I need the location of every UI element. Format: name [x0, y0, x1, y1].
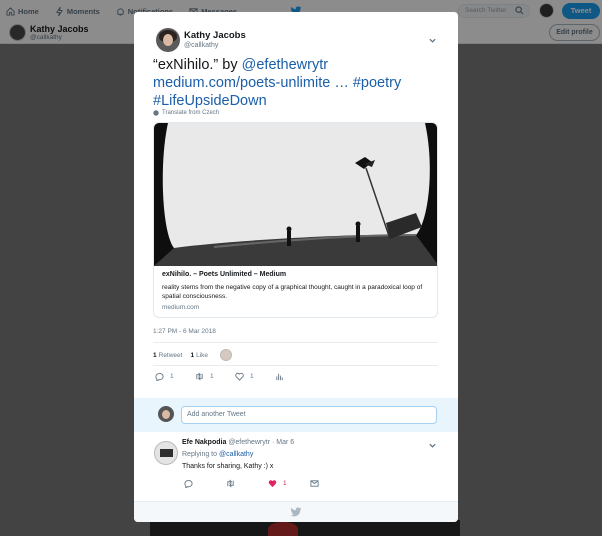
reply-icon: [184, 480, 193, 488]
replying-to: Replying to @callkathy: [182, 451, 253, 458]
reply-count: 1: [170, 373, 174, 380]
like-button[interactable]: 1: [235, 372, 275, 381]
retweet-count: 1: [210, 373, 214, 380]
reply-text: Thanks for sharing, Kathy :) x: [182, 463, 274, 470]
twitter-bird-icon: [290, 507, 302, 517]
reply-author-avatar[interactable]: [154, 441, 178, 465]
reply-tweet[interactable]: Efe Nakpodia @efethewrytr · Mar 6 Replyi…: [134, 433, 458, 501]
tweet-actions: 1 1 1: [155, 372, 315, 381]
retweet-button[interactable]: 1: [195, 372, 235, 381]
tweet-text: “exNihilo.” by @efethewrytr medium.com/po…: [153, 56, 443, 110]
hashtag-lifeupsidedown-link[interactable]: #LifeUpsideDown: [153, 93, 267, 109]
analytics-icon: [276, 373, 283, 381]
replying-prefix: Replying to: [182, 451, 218, 458]
tweet-timestamp[interactable]: 1:27 PM - 6 Mar 2018: [153, 328, 216, 335]
retweets-stat[interactable]: 1 Retweet: [153, 352, 182, 359]
card-image: [154, 123, 437, 266]
heart-filled-icon: [268, 480, 277, 488]
reply-icon: [155, 373, 164, 381]
reply-like-button[interactable]: 1: [268, 479, 310, 488]
chevron-down-icon[interactable]: [428, 441, 437, 450]
reply-author-name[interactable]: Efe Nakpodia: [182, 439, 226, 446]
tweet-mention-link[interactable]: @efethewrytr: [242, 57, 328, 73]
reply-reply-button[interactable]: [184, 479, 226, 488]
liker-avatar[interactable]: [220, 349, 233, 361]
envelope-icon: [310, 480, 319, 487]
tweet-url-link[interactable]: medium.com/poets-unlimite …: [153, 75, 349, 91]
hashtag-poetry-link[interactable]: #poetry: [353, 75, 401, 91]
my-avatar: [158, 406, 174, 422]
card-domain: medium.com: [162, 304, 200, 311]
translate-label: Translate from Czech: [162, 110, 220, 116]
reply-actions: 1: [184, 479, 352, 488]
retweet-icon: [196, 372, 203, 381]
chevron-down-icon[interactable]: [428, 36, 437, 45]
reply-like-count: 1: [283, 480, 287, 487]
divider: [153, 342, 438, 343]
retweets-count: 1: [153, 351, 157, 359]
card-description: reality stems from the negative copy of …: [162, 284, 423, 300]
card-title: exNihilo. – Poets Unlimited – Medium: [162, 271, 287, 278]
reply-author-handle[interactable]: @efethewrytr: [228, 439, 270, 446]
add-tweet-input[interactable]: Add another Tweet: [181, 406, 437, 424]
reply-date[interactable]: · Mar 6: [272, 439, 294, 446]
analytics-button[interactable]: [275, 372, 315, 381]
replying-to-link[interactable]: @callkathy: [219, 451, 253, 458]
author-name[interactable]: Kathy Jacobs: [184, 30, 246, 41]
direct-message-button[interactable]: [310, 479, 352, 488]
reply-compose-area: Add another Tweet: [134, 398, 458, 432]
modal-footer: [134, 501, 458, 522]
retweet-icon: [227, 479, 234, 488]
likes-stat[interactable]: 1 Like: [190, 352, 208, 359]
tweet-detail-modal: Kathy Jacobs @callkathy “exNihilo.” by @…: [134, 12, 458, 522]
likes-label: Like: [196, 351, 209, 359]
reply-button[interactable]: 1: [155, 372, 195, 381]
translate-link[interactable]: Translate from Czech: [153, 110, 219, 116]
reply-header: Efe Nakpodia @efethewrytr · Mar 6: [182, 439, 294, 446]
like-count: 1: [250, 373, 254, 380]
reply-retweet-button[interactable]: [226, 479, 268, 488]
globe-icon: [153, 110, 159, 116]
divider: [153, 365, 438, 366]
author-handle[interactable]: @callkathy: [184, 42, 218, 49]
likes-count: 1: [190, 351, 195, 359]
tweet-stats: 1 Retweet 1 Like: [153, 349, 233, 361]
author-avatar[interactable]: [156, 28, 180, 52]
heart-icon: [235, 372, 244, 381]
link-preview-card[interactable]: exNihilo. – Poets Unlimited – Medium rea…: [153, 122, 438, 318]
retweets-label: Retweet: [158, 351, 183, 359]
tweet-text-plain: “exNihilo.” by: [153, 57, 242, 73]
